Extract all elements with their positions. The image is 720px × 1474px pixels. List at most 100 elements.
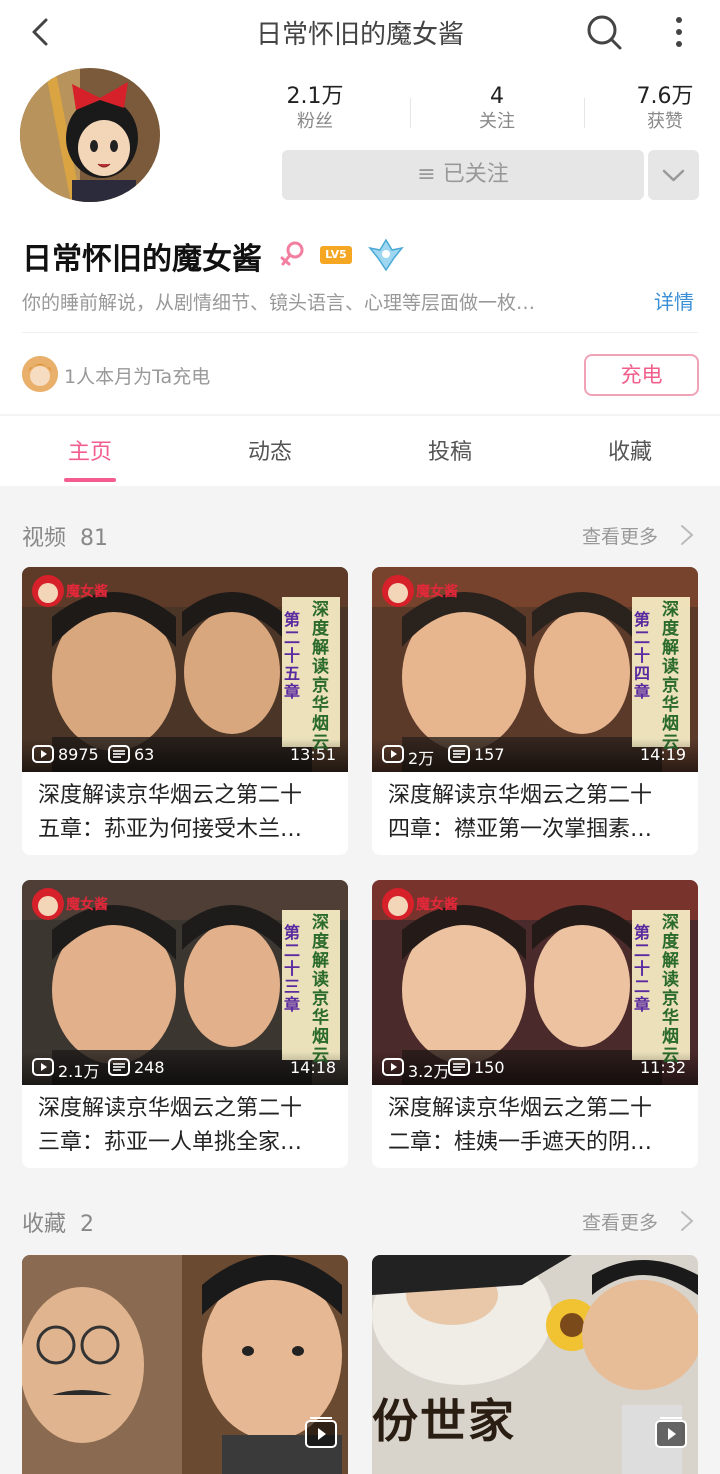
tab-uploads[interactable]: 投稿 (400, 434, 500, 466)
active-tab-indicator (64, 478, 116, 482)
video-card[interactable]: 魔女酱第二十三章深度解读京华烟云 2.1万 248 14:18 深度解读京华烟云之第二十… (22, 880, 348, 1168)
favorite-overlay-text: 份世家 (372, 1394, 516, 1448)
vip-crystal-icon (368, 238, 404, 272)
chapter-overlay: 第二十三章 (284, 924, 308, 1014)
videos-see-more[interactable]: 查看更多 (582, 522, 658, 549)
back-arrow-icon[interactable] (24, 14, 60, 50)
search-icon[interactable] (584, 12, 624, 52)
stat-divider (410, 98, 411, 128)
danmaku-count: 150 (474, 1058, 505, 1077)
series-text: 深度解读京华烟云 (662, 913, 679, 1066)
collection-folder-icon (305, 1417, 337, 1448)
level-badge: LV5 (320, 246, 352, 264)
video-stats-bar: 2.1万 248 14:18 (22, 1052, 348, 1085)
profile-card: 2.1万 粉丝 4 关注 7.6万 获赞 ≡ 已关注 日常怀旧的魔女酱 LV5 … (0, 66, 720, 414)
stat-fans[interactable]: 2.1万 粉丝 (260, 84, 370, 134)
video-title-line: 四章：襟亚第一次掌掴素… (388, 817, 653, 842)
followed-button[interactable]: ≡ 已关注 (282, 150, 644, 200)
duration: 14:19 (640, 745, 687, 764)
stat-likes[interactable]: 7.6万 获赞 (610, 84, 720, 134)
video-card[interactable]: 魔女酱第二十五章深度解读京华烟云 8975 63 13:51 深度解读京华烟云之第二十五… (22, 567, 348, 855)
logo-text: 魔女酱 (416, 897, 458, 913)
favorites-see-more[interactable]: 查看更多 (582, 1208, 658, 1235)
female-gender-icon (280, 241, 304, 266)
video-stats-bar: 2万 157 14:19 (372, 739, 698, 772)
stat-label: 关注 (479, 111, 515, 132)
favorite-folder-card[interactable]: 份世家 (372, 1255, 698, 1474)
series-text: 深度解读京华烟云 (312, 913, 329, 1066)
charger-avatar[interactable] (22, 356, 58, 392)
danmaku-count: 248 (134, 1058, 165, 1077)
video-thumbnail: 魔女酱第二十五章深度解读京华烟云 8975 63 13:51 (22, 567, 348, 772)
chapter-text: 第二十四章 (634, 610, 651, 701)
stat-value: 4 (490, 84, 504, 109)
profile-tabs: 主页 动态 投稿 收藏 (0, 416, 720, 486)
chapter-text: 第二十三章 (284, 923, 301, 1014)
stat-divider (584, 98, 585, 128)
chevron-right-icon[interactable] (680, 524, 694, 546)
tab-favorites[interactable]: 收藏 (580, 434, 680, 466)
video-thumbnail: 魔女酱第二十三章深度解读京华烟云 2.1万 248 14:18 (22, 880, 348, 1085)
video-title-line: 深度解读京华烟云之第二十 (38, 1096, 303, 1121)
charge-button[interactable]: 充电 (584, 354, 699, 396)
video-title: 深度解读京华烟云之第二十 四章：襟亚第一次掌掴素… (388, 779, 688, 847)
stat-following[interactable]: 4 关注 (442, 84, 552, 134)
favorite-thumbnail (22, 1255, 348, 1474)
duration: 11:32 (640, 1058, 687, 1077)
chapter-text: 第二十五章 (284, 610, 301, 701)
favorites-section-title: 收藏 2 (22, 1206, 94, 1238)
play-count-icon (32, 745, 54, 763)
tab-home[interactable]: 主页 (40, 434, 140, 466)
video-title-line: 深度解读京华烟云之第二十 (388, 783, 653, 808)
chapter-overlay: 第二十五章 (284, 611, 308, 701)
video-card[interactable]: 魔女酱第二十二章深度解读京华烟云 3.2万 150 11:32 深度解读京华烟云之第二十… (372, 880, 698, 1168)
collection-folder-icon (655, 1417, 687, 1448)
video-title: 深度解读京华烟云之第二十 五章：荪亚为何接受木兰… (38, 779, 338, 847)
top-nav-bar: 日常怀旧的魔女酱 (0, 0, 720, 66)
view-count: 2万 (408, 749, 435, 768)
danmaku-icon (448, 1058, 470, 1076)
tab-dynamic[interactable]: 动态 (220, 434, 320, 466)
chevron-down-icon (662, 169, 685, 182)
duration: 13:51 (290, 745, 337, 764)
stat-label: 粉丝 (297, 111, 333, 132)
video-stats-bar: 8975 63 13:51 (22, 739, 348, 772)
logo-text: 魔女酱 (66, 897, 108, 913)
video-stats-bar: 3.2万 150 11:32 (372, 1052, 698, 1085)
series-text: 深度解读京华烟云 (312, 600, 329, 753)
play-count-icon (382, 1058, 404, 1076)
series-overlay: 深度解读京华烟云 (312, 601, 336, 753)
chevron-right-icon[interactable] (680, 1210, 694, 1232)
more-vertical-icon[interactable] (664, 14, 694, 50)
bio-detail-link[interactable]: 详情 (654, 286, 694, 315)
view-count: 8975 (58, 745, 99, 764)
section-count: 81 (80, 526, 109, 551)
danmaku-icon (448, 745, 470, 763)
video-card[interactable]: 魔女酱第二十四章深度解读京华烟云 2万 157 14:19 深度解读京华烟云之第二十四章… (372, 567, 698, 855)
danmaku-icon (108, 745, 130, 763)
danmaku-icon (108, 1058, 130, 1076)
video-title-line: 五章：荪亚为何接受木兰… (38, 817, 303, 842)
duration: 14:18 (290, 1058, 337, 1077)
username: 日常怀旧的魔女酱 (22, 242, 262, 277)
series-text: 深度解读京华烟云 (662, 600, 679, 753)
bio-text: 你的睡前解说，从剧情细节、镜头语言、心理等层面做一枚… (22, 292, 536, 314)
stat-value: 2.1万 (286, 84, 344, 109)
play-count-icon (32, 1058, 54, 1076)
danmaku-count: 157 (474, 745, 505, 764)
series-overlay: 深度解读京华烟云 (662, 601, 686, 753)
avatar[interactable] (20, 68, 160, 202)
divider (22, 332, 698, 333)
video-title-line: 深度解读京华烟云之第二十 (38, 783, 303, 808)
favorite-folder-card[interactable] (22, 1255, 348, 1474)
videos-section-title: 视频 81 (22, 520, 108, 552)
play-count-icon (382, 745, 404, 763)
section-label: 收藏 (22, 1212, 67, 1237)
video-title: 深度解读京华烟云之第二十 三章：荪亚一人单挑全家… (38, 1092, 338, 1160)
charge-summary[interactable]: 1人本月为Ta充电 (64, 362, 210, 389)
section-count: 2 (80, 1212, 95, 1237)
view-count: 3.2万 (408, 1062, 450, 1081)
video-thumbnail: 魔女酱第二十二章深度解读京华烟云 3.2万 150 11:32 (372, 880, 698, 1085)
chapter-overlay: 第二十二章 (634, 924, 658, 1014)
follow-options-button[interactable] (648, 150, 699, 200)
